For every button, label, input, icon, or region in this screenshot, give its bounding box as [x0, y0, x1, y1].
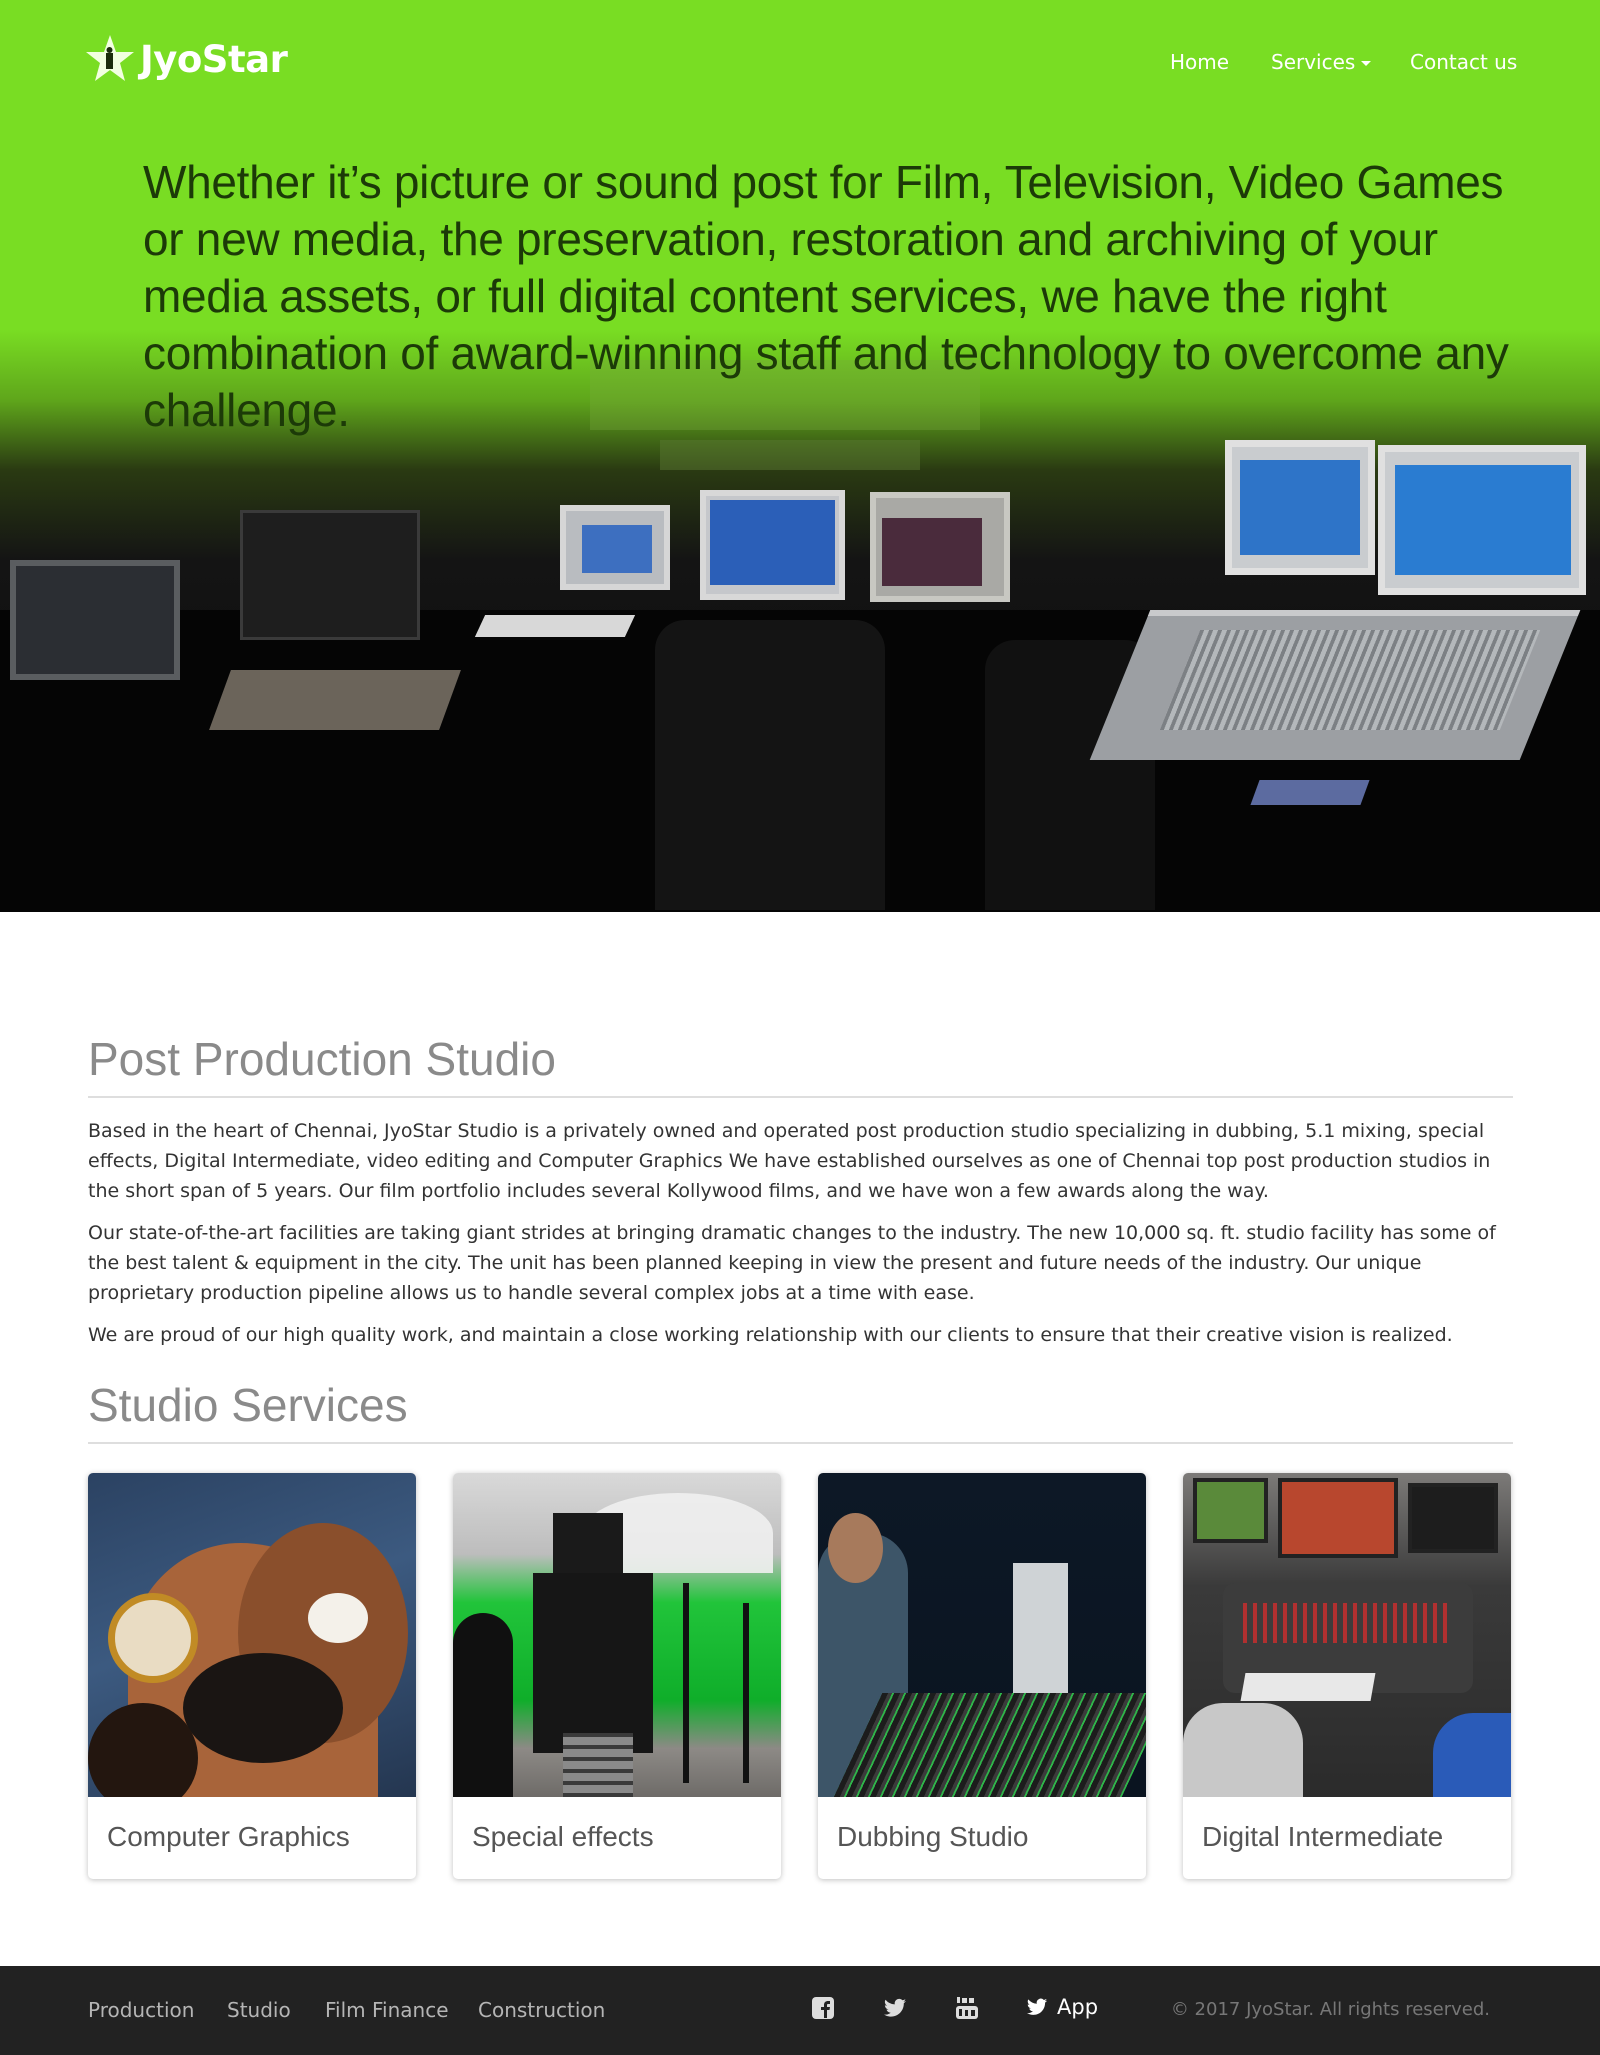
- youtube-icon[interactable]: [955, 1996, 979, 2020]
- twitter-icon: [1026, 1998, 1048, 2015]
- service-card-computer-graphics[interactable]: Computer Graphics: [88, 1473, 416, 1879]
- card-image-dubbing-studio: [818, 1473, 1146, 1797]
- about-paragraph: Our state-of-the-art facilities are taki…: [88, 1222, 1496, 1304]
- about-paragraph: Based in the heart of Chennai, JyoStar S…: [88, 1120, 1491, 1202]
- nav-contact[interactable]: Contact us: [1410, 50, 1517, 74]
- section-title-studio-services: Studio Services: [88, 1378, 1513, 1444]
- navbar: JyoStar Home Services Contact us: [0, 0, 1600, 125]
- facebook-icon[interactable]: [811, 1996, 835, 2020]
- section-title-post-production: Post Production Studio: [88, 1032, 1513, 1098]
- footer-link-production[interactable]: Production: [88, 1998, 194, 2022]
- hero-text: Whether it’s picture or sound post for F…: [143, 156, 1509, 436]
- star-logo-icon: [86, 35, 134, 81]
- app-link-label: App: [1057, 1995, 1099, 2019]
- card-label: Computer Graphics: [107, 1821, 350, 1852]
- card-image-special-effects: [453, 1473, 781, 1797]
- service-card-special-effects[interactable]: Special effects: [453, 1473, 781, 1879]
- service-card-digital-intermediate[interactable]: Digital Intermediate: [1183, 1473, 1511, 1879]
- card-image-computer-graphics: [88, 1473, 416, 1797]
- hero-banner: JyoStar Home Services Contact us Whether…: [0, 0, 1600, 912]
- card-image-digital-intermediate: [1183, 1473, 1511, 1797]
- nav-services[interactable]: Services: [1271, 50, 1372, 74]
- main-content: Post Production Studio Based in the hear…: [88, 1032, 1513, 1462]
- card-label: Special effects: [472, 1821, 654, 1852]
- footer: Production Studio Film Finance Construct…: [0, 1966, 1600, 2055]
- nav-services-label: Services: [1271, 50, 1356, 74]
- nav-home[interactable]: Home: [1170, 50, 1229, 74]
- footer-link-studio[interactable]: Studio: [227, 1998, 291, 2022]
- service-card-dubbing-studio[interactable]: Dubbing Studio: [818, 1473, 1146, 1879]
- footer-link-film-finance[interactable]: Film Finance: [325, 1998, 449, 2022]
- footer-link-construction[interactable]: Construction: [478, 1998, 605, 2022]
- brand-name: JyoStar: [140, 37, 288, 81]
- app-link[interactable]: App: [1025, 1995, 1098, 2019]
- caret-down-icon: [1361, 61, 1372, 66]
- brand-logo[interactable]: JyoStar: [84, 31, 288, 87]
- studio-photo: [0, 360, 1600, 912]
- copyright-text: © 2017 JyoStar. All rights reserved.: [1170, 1999, 1490, 2020]
- twitter-icon[interactable]: [883, 1996, 907, 2020]
- card-label: Dubbing Studio: [837, 1821, 1029, 1852]
- card-label: Digital Intermediate: [1202, 1821, 1444, 1852]
- services-cards: Computer Graphics Special effects Dubbin…: [88, 1473, 1513, 1879]
- about-paragraph: We are proud of our high quality work, a…: [88, 1324, 1453, 1346]
